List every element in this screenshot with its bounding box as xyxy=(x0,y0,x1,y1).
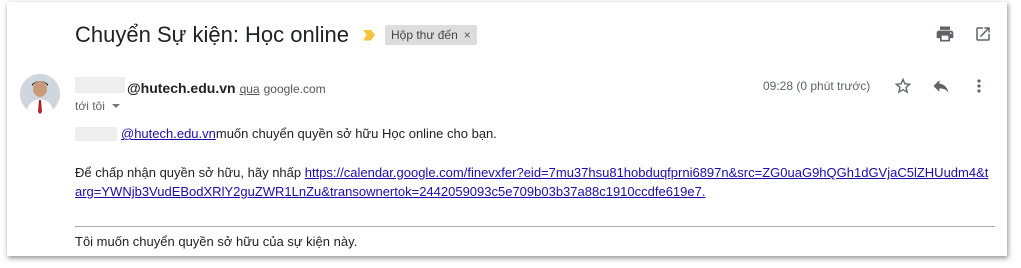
via-link[interactable]: qua xyxy=(240,82,260,96)
remove-label-icon[interactable]: × xyxy=(464,28,471,42)
more-vertical-icon[interactable] xyxy=(969,76,989,96)
owner-message: muốn chuyển quyền sở hữu Học online cho … xyxy=(215,126,497,141)
email-subject: Chuyển Sự kiện: Học online xyxy=(75,22,349,47)
footer-text: Tôi muốn chuyển quyền sở hữu của sự kiện… xyxy=(75,234,358,249)
sender-email[interactable]: @hutech.edu.vn xyxy=(127,80,236,96)
divider xyxy=(75,226,995,227)
reply-icon[interactable] xyxy=(931,76,951,96)
subject-row: Chuyển Sự kiện: Học online Hộp thư đến × xyxy=(75,20,477,50)
label-chip-inbox[interactable]: Hộp thư đến × xyxy=(385,25,477,45)
open-in-new-window-icon[interactable] xyxy=(973,24,993,44)
body-line-owner: @hutech.edu.vn muốn chuyển quyền sở hữu … xyxy=(75,124,497,143)
redacted-owner-name xyxy=(75,126,117,141)
top-toolbar xyxy=(935,24,993,44)
accept-prefix: Để chấp nhận quyền sở hữu, hãy nhấp xyxy=(75,165,305,180)
recipient-text: tới tôi xyxy=(75,99,105,113)
sender-avatar[interactable] xyxy=(20,74,60,114)
owner-email-link[interactable]: @hutech.edu.vn xyxy=(121,124,216,143)
recipient-row[interactable]: tới tôi xyxy=(75,99,120,113)
chevron-down-icon[interactable] xyxy=(111,104,120,108)
star-icon[interactable] xyxy=(893,76,913,96)
via-domain: google.com xyxy=(263,82,326,96)
email-timestamp: 09:28 (0 phút trước) xyxy=(763,79,871,93)
email-frame: Chuyển Sự kiện: Học online Hộp thư đến ×… xyxy=(7,2,1007,256)
print-icon[interactable] xyxy=(935,24,955,44)
sender-row: @hutech.edu.vn qua google.com xyxy=(75,77,326,96)
label-chip-text: Hộp thư đến xyxy=(391,28,458,42)
importance-marker-icon[interactable] xyxy=(363,29,375,41)
body-line-accept: Để chấp nhận quyền sở hữu, hãy nhấp http… xyxy=(75,163,995,201)
message-actions xyxy=(893,76,989,96)
redacted-sender-name xyxy=(75,77,125,93)
